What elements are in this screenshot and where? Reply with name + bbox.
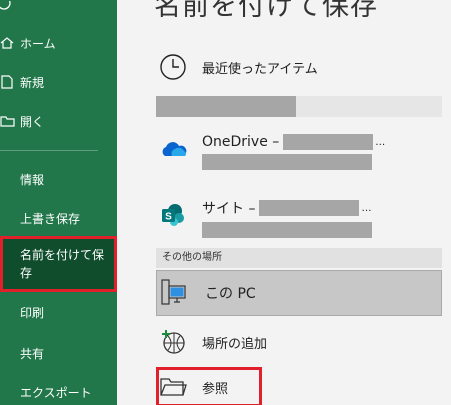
nav-label-save-as: 名前を付けて保存	[20, 248, 105, 280]
location-onedrive-text: OneDrive – …	[202, 128, 385, 170]
location-sites-ellipsis: …	[361, 202, 372, 214]
redacted-site-name	[259, 200, 360, 216]
redacted-onedrive-account	[202, 154, 372, 170]
location-sites-text: サイト – …	[202, 192, 372, 238]
nav-item-open[interactable]: 開く	[0, 101, 117, 141]
nav-item-print[interactable]: 印刷	[0, 292, 117, 332]
backstage-nav: ホーム 新規 開く 情報 上書き保存 名前を付けて保存 印刷 共有 エクスポート	[0, 0, 117, 405]
nav-item-share[interactable]: 共有	[0, 333, 117, 373]
nav-item-back[interactable]	[0, 0, 117, 18]
nav-item-home[interactable]: ホーム	[0, 23, 117, 63]
onedrive-cloud-icon	[156, 140, 190, 158]
svg-text:S: S	[165, 212, 172, 223]
location-onedrive-ellipsis: …	[375, 136, 386, 148]
location-recent-label: 最近使ったアイテム	[202, 61, 318, 77]
new-document-icon	[0, 74, 20, 90]
location-sites[interactable]: S サイト – …	[156, 192, 442, 240]
nav-divider	[0, 150, 98, 151]
computer-icon	[157, 278, 191, 308]
redacted-onedrive-name	[283, 134, 374, 150]
nav-item-new[interactable]: 新規	[0, 62, 117, 102]
nav-label-new: 新規	[20, 75, 45, 90]
nav-label-print: 印刷	[20, 305, 45, 320]
nav-label-open: 開く	[20, 114, 45, 129]
clock-icon	[156, 53, 190, 81]
nav-item-info[interactable]: 情報	[0, 159, 117, 199]
home-icon	[0, 35, 20, 51]
location-add-place-label: 場所の追加	[202, 336, 268, 352]
location-sites-label: サイト –	[202, 201, 256, 217]
save-as-panel: 名前を付けて保存 最近使ったアイテム OneDrive – … S サイト – …	[117, 0, 451, 405]
nav-item-export[interactable]: エクスポート	[0, 372, 117, 405]
sharepoint-icon: S	[156, 202, 190, 228]
nav-label-save: 上書き保存	[20, 211, 81, 226]
browse-highlight	[156, 367, 262, 405]
location-recent[interactable]: 最近使ったアイテム	[156, 50, 442, 84]
nav-label-export: エクスポート	[20, 385, 92, 400]
other-locations-header: その他の場所	[156, 248, 442, 268]
location-this-pc-label: この PC	[205, 286, 256, 302]
location-this-pc[interactable]: この PC	[156, 270, 442, 316]
location-add-place[interactable]: 場所の追加	[156, 324, 442, 360]
nav-label-home: ホーム	[20, 36, 56, 51]
page-title: 名前を付けて保存	[154, 0, 378, 22]
location-onedrive[interactable]: OneDrive – …	[156, 128, 442, 176]
nav-item-save-as[interactable]: 名前を付けて保存	[0, 236, 117, 292]
location-onedrive-label: OneDrive –	[202, 134, 280, 150]
back-arrow-icon	[0, 0, 20, 16]
add-place-icon	[156, 329, 190, 355]
nav-label-info: 情報	[20, 172, 45, 187]
nav-item-save[interactable]: 上書き保存	[0, 198, 117, 238]
redacted-account-fill	[156, 96, 296, 117]
redacted-account-bar	[156, 96, 442, 117]
nav-label-share: 共有	[20, 346, 45, 361]
redacted-site-account	[202, 222, 372, 238]
open-folder-icon	[0, 113, 20, 129]
